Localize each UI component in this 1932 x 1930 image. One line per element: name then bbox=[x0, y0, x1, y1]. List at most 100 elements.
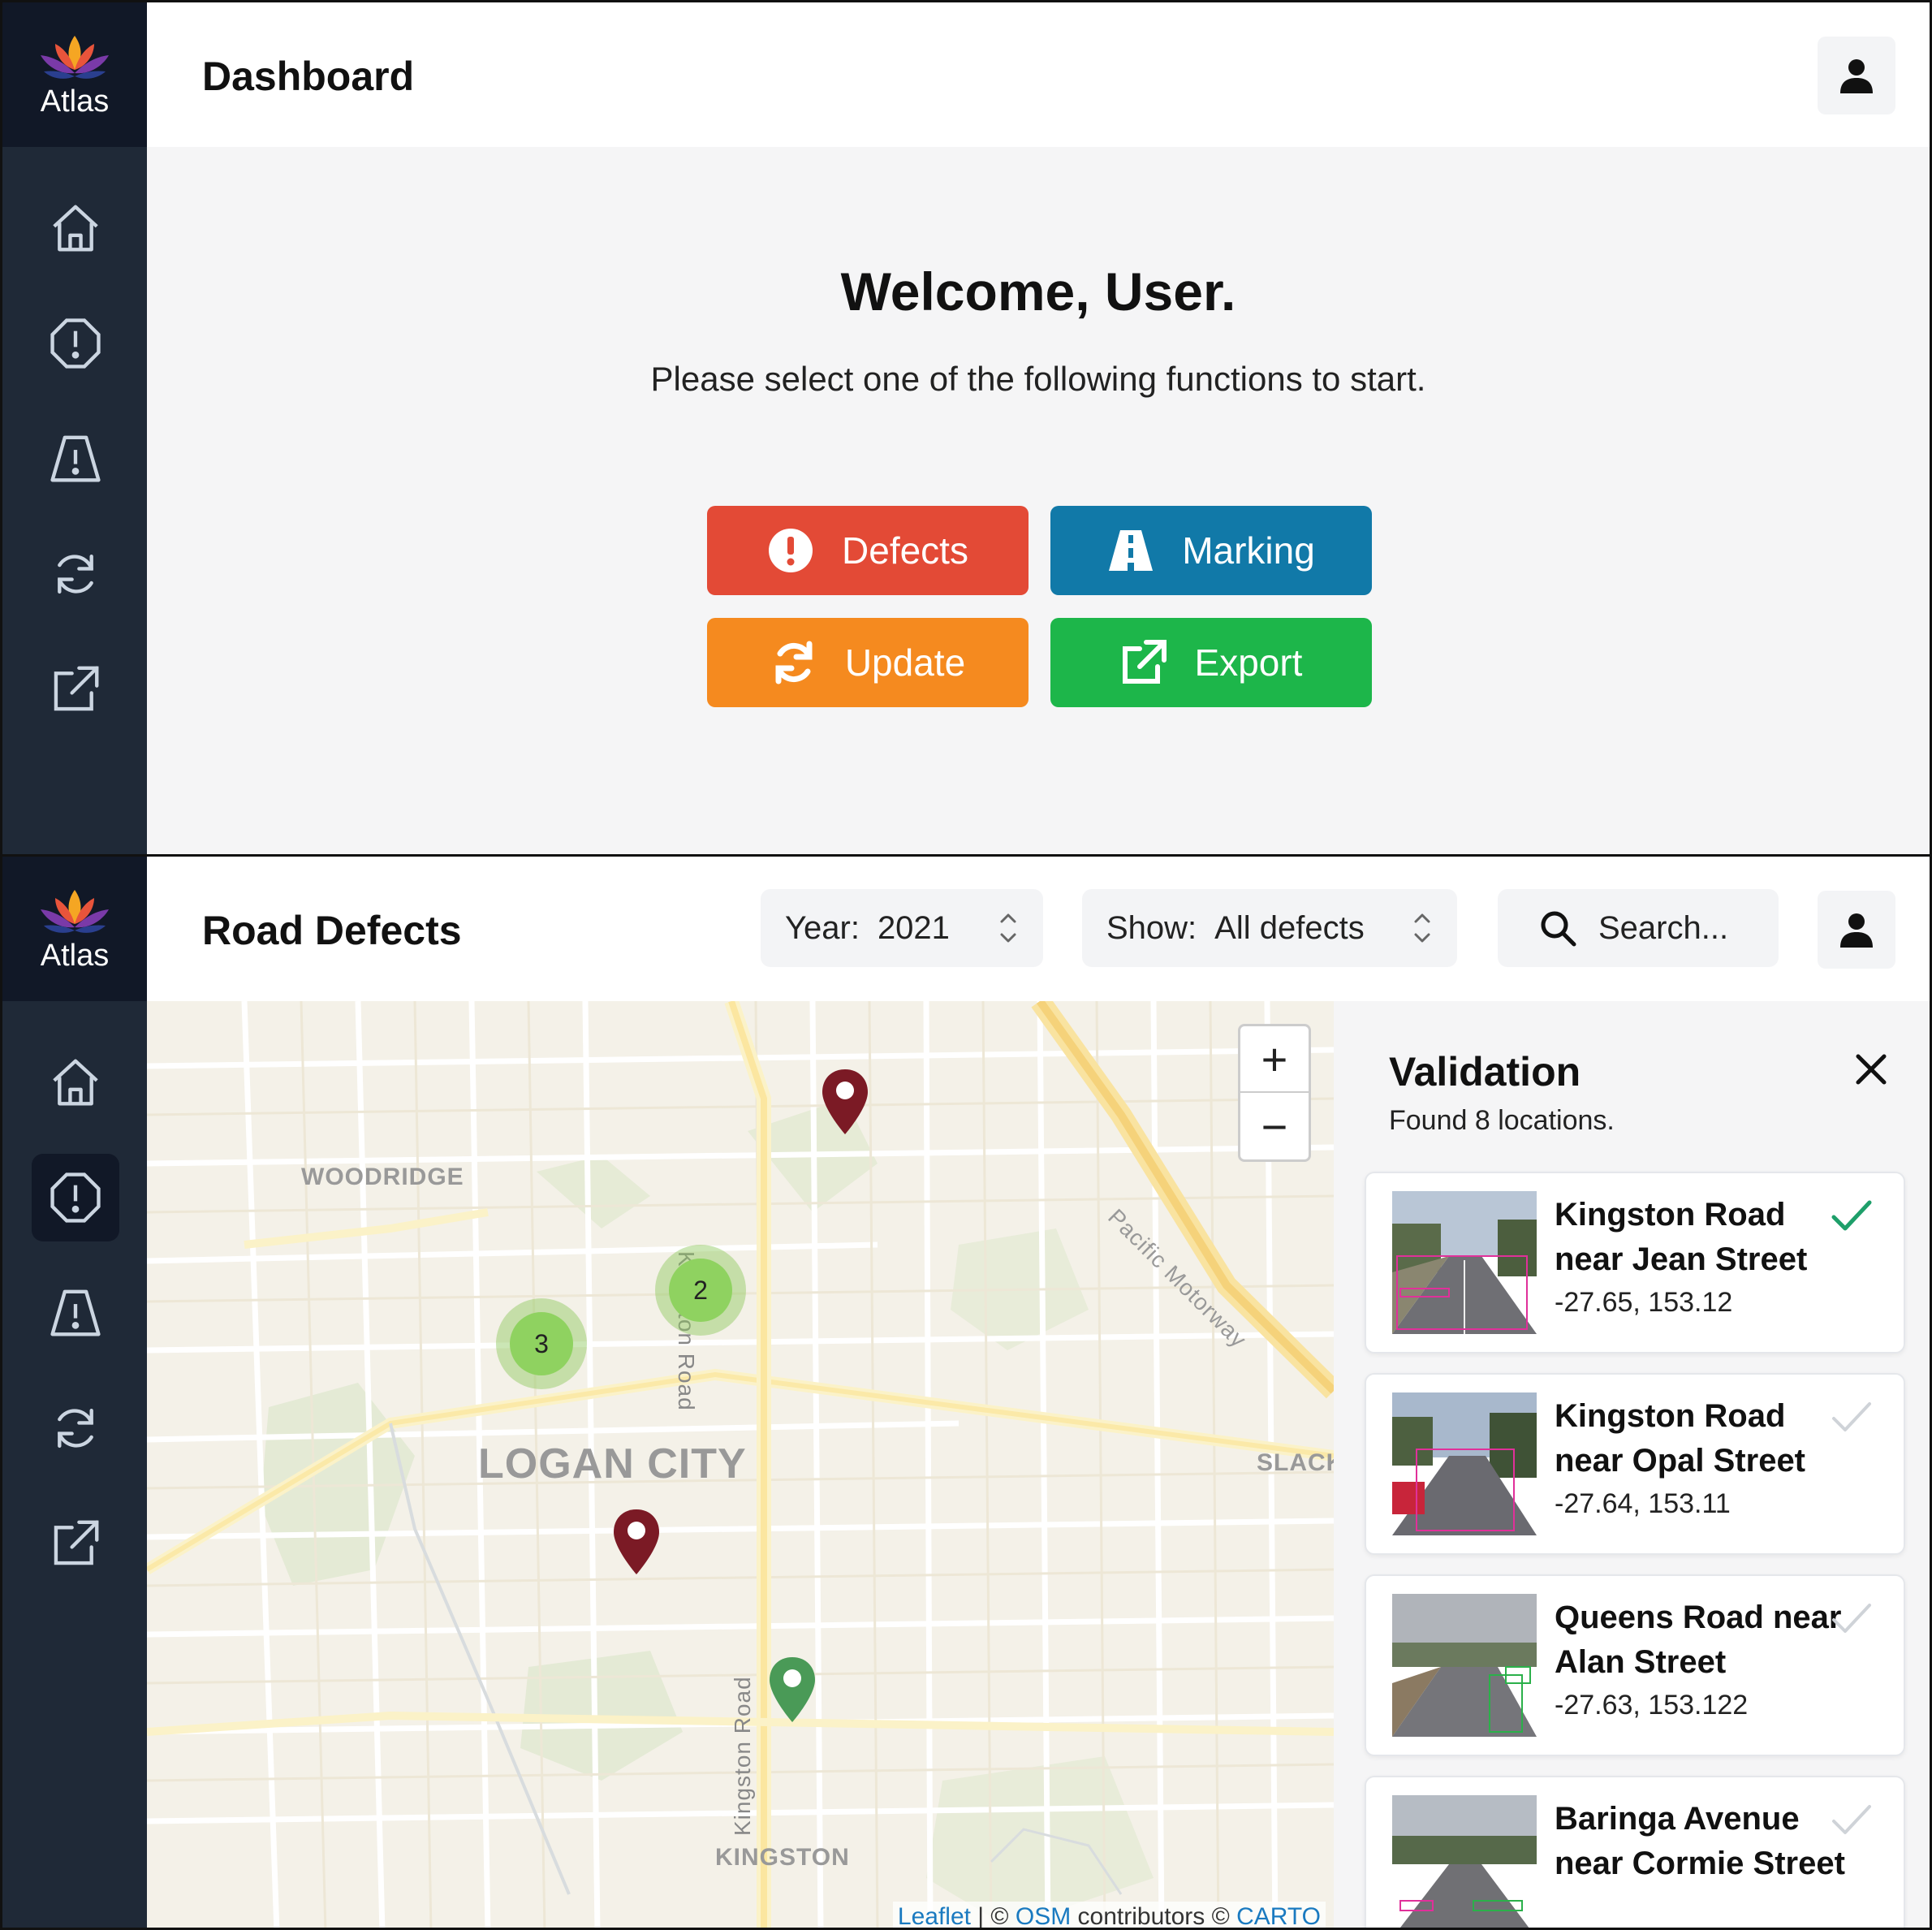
validated-pin-icon[interactable] bbox=[766, 1656, 818, 1724]
card-title: Queens Road near Alan Street bbox=[1555, 1600, 1842, 1680]
marker-cluster[interactable]: 3 bbox=[496, 1298, 587, 1389]
marking-button-label: Marking bbox=[1182, 529, 1315, 572]
carto-link[interactable]: CARTO bbox=[1236, 1903, 1321, 1928]
search-icon bbox=[1541, 911, 1576, 947]
road-warning-icon bbox=[50, 1289, 101, 1336]
chevron-up-down-icon bbox=[1414, 913, 1430, 943]
export-button-label: Export bbox=[1194, 641, 1303, 684]
user-icon bbox=[1840, 59, 1873, 93]
check-icon[interactable] bbox=[1831, 1399, 1873, 1435]
nav-defects[interactable] bbox=[32, 1154, 119, 1241]
nav-export[interactable] bbox=[32, 1500, 119, 1587]
brand-logo[interactable]: Atlas bbox=[2, 857, 147, 1001]
defect-pin-icon[interactable] bbox=[610, 1508, 662, 1576]
page-title: Road Defects bbox=[202, 908, 462, 953]
nav-marking[interactable] bbox=[32, 1269, 119, 1357]
validation-card[interactable]: Queens Road near Alan Street -27.63, 153… bbox=[1365, 1574, 1905, 1756]
check-icon[interactable] bbox=[1831, 1198, 1873, 1233]
update-button[interactable]: Update bbox=[707, 618, 1029, 707]
search-placeholder: Search... bbox=[1598, 909, 1729, 946]
nav-update[interactable] bbox=[32, 1384, 119, 1472]
show-value: All defects bbox=[1214, 909, 1365, 946]
lotus-logo-icon bbox=[41, 35, 109, 79]
road-photo-thumbnail bbox=[1392, 1392, 1537, 1535]
cluster-count: 2 bbox=[669, 1259, 732, 1322]
attribution-contributors: contributors © bbox=[1071, 1903, 1237, 1930]
lotus-logo-icon bbox=[41, 889, 109, 933]
year-value: 2021 bbox=[877, 909, 950, 946]
road-icon bbox=[1109, 530, 1154, 571]
export-button[interactable]: Export bbox=[1050, 618, 1372, 707]
validation-card[interactable]: Kingston Road near Jean Street -27.65, 1… bbox=[1365, 1172, 1905, 1354]
check-icon[interactable] bbox=[1831, 1600, 1873, 1636]
dashboard-screen: Atlas Dashboard Welcome, User. Please se… bbox=[0, 0, 1932, 857]
year-label: Year: bbox=[785, 909, 860, 946]
user-menu-button[interactable] bbox=[1818, 37, 1895, 114]
sync-icon bbox=[775, 641, 813, 684]
road-photo-thumbnail bbox=[1392, 1191, 1537, 1334]
map-label-slacks: SLACK bbox=[1257, 1449, 1334, 1476]
map-attribution: Leaflet | © OSM contributors © CARTO bbox=[892, 1902, 1326, 1930]
validation-title: Validation bbox=[1389, 1049, 1581, 1095]
card-title: Kingston Road near Opal Street bbox=[1555, 1398, 1806, 1479]
road-defects-screen: Atlas Road Defects Year: 2021 Show: All … bbox=[0, 854, 1932, 1930]
nav-export[interactable] bbox=[32, 645, 119, 733]
user-menu-button[interactable] bbox=[1818, 891, 1895, 969]
sync-icon bbox=[58, 554, 93, 594]
show-filter-select[interactable]: Show: All defects bbox=[1082, 889, 1457, 967]
alert-circle-icon bbox=[50, 318, 101, 369]
osm-link[interactable]: OSM bbox=[1016, 1903, 1071, 1928]
nav-defects[interactable] bbox=[32, 300, 119, 387]
marking-button[interactable]: Marking bbox=[1050, 506, 1372, 595]
card-coordinates: -27.65, 153.12 bbox=[1555, 1287, 1733, 1318]
nav-home[interactable] bbox=[32, 184, 119, 272]
card-coordinates: -27.63, 153.122 bbox=[1555, 1690, 1749, 1721]
show-label: Show: bbox=[1106, 909, 1197, 946]
brand-name: Atlas bbox=[40, 84, 110, 119]
defects-map[interactable]: WOODRIDGE LOGAN CITY SLACK KINGSTON King… bbox=[147, 1001, 1334, 1930]
validation-card[interactable]: Kingston Road near Opal Street -27.64, 1… bbox=[1365, 1373, 1905, 1555]
welcome-heading: Welcome, User. bbox=[840, 261, 1236, 322]
header: Road Defects Year: 2021 Show: All defect… bbox=[147, 857, 1930, 1001]
map-label-kingston: KINGSTON bbox=[715, 1844, 850, 1871]
map-label-woodridge: WOODRIDGE bbox=[301, 1164, 464, 1190]
nav-home[interactable] bbox=[32, 1038, 119, 1126]
search-input[interactable]: Search... bbox=[1498, 889, 1779, 967]
validation-card[interactable]: Baringa Avenue near Cormie Street bbox=[1365, 1776, 1905, 1928]
external-link-icon bbox=[54, 666, 99, 711]
chevron-up-down-icon bbox=[1000, 913, 1016, 943]
check-icon[interactable] bbox=[1831, 1802, 1873, 1837]
marker-cluster[interactable]: 2 bbox=[655, 1245, 746, 1336]
header: Dashboard bbox=[147, 2, 1930, 147]
defect-pin-icon[interactable] bbox=[819, 1068, 871, 1136]
brand-logo[interactable]: Atlas bbox=[2, 2, 147, 147]
external-link-icon bbox=[54, 1520, 99, 1565]
leaflet-link[interactable]: Leaflet bbox=[898, 1903, 971, 1928]
year-select[interactable]: Year: 2021 bbox=[761, 889, 1043, 967]
card-coordinates: -27.64, 153.11 bbox=[1555, 1488, 1731, 1519]
sidebar: Atlas bbox=[2, 2, 147, 854]
defects-button-label: Defects bbox=[842, 529, 968, 572]
road-photo-thumbnail bbox=[1392, 1795, 1537, 1928]
map-label-kingston-road: Kingston Road bbox=[730, 1676, 755, 1836]
update-button-label: Update bbox=[844, 641, 966, 684]
close-icon[interactable] bbox=[1853, 1051, 1889, 1087]
zoom-out-button[interactable]: − bbox=[1240, 1093, 1309, 1159]
card-title: Kingston Road near Jean Street bbox=[1555, 1197, 1808, 1277]
road-warning-icon bbox=[50, 435, 101, 482]
brand-name: Atlas bbox=[40, 938, 110, 973]
external-link-icon bbox=[1122, 640, 1167, 684]
alert-circle-icon bbox=[50, 1172, 101, 1223]
attribution-separator: | © bbox=[970, 1903, 1016, 1930]
sync-icon bbox=[58, 1408, 93, 1449]
nav-update[interactable] bbox=[32, 530, 119, 618]
zoom-control: + − bbox=[1238, 1024, 1311, 1162]
map-label-logan-city: LOGAN CITY bbox=[478, 1440, 747, 1487]
validation-panel: Validation Found 8 locations. Kingston R… bbox=[1334, 1001, 1930, 1928]
card-title: Baringa Avenue near Cormie Street bbox=[1555, 1801, 1845, 1881]
nav-marking[interactable] bbox=[32, 415, 119, 503]
page-title: Dashboard bbox=[202, 54, 415, 99]
alert-circle-icon bbox=[769, 529, 813, 572]
zoom-in-button[interactable]: + bbox=[1240, 1026, 1309, 1093]
defects-button[interactable]: Defects bbox=[707, 506, 1029, 595]
